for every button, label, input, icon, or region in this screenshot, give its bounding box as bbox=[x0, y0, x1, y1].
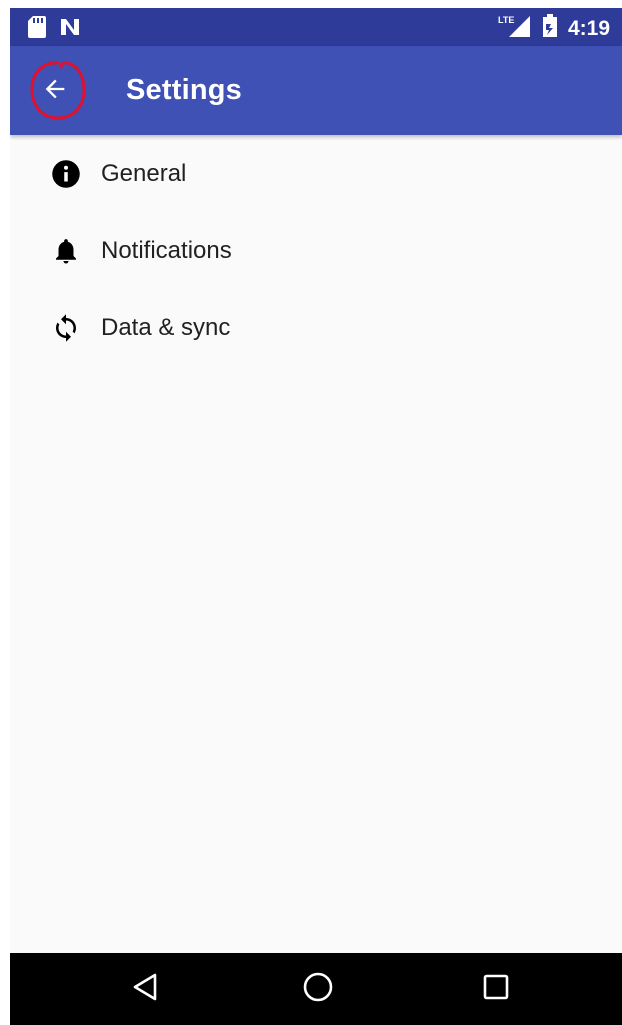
sd-card-icon bbox=[28, 16, 46, 43]
system-nav-bar bbox=[10, 953, 622, 1025]
bell-icon bbox=[50, 235, 82, 267]
arrow-back-icon bbox=[41, 75, 69, 108]
back-triangle-icon bbox=[131, 972, 161, 1007]
notification-n-icon bbox=[60, 17, 80, 42]
settings-item-label: General bbox=[101, 159, 187, 187]
svg-text:LTE: LTE bbox=[498, 15, 514, 25]
status-right-icons: LTE 4:19 bbox=[498, 14, 610, 43]
status-left-icons bbox=[28, 16, 80, 43]
settings-item-label: Data & sync bbox=[101, 313, 231, 341]
app-screen: LTE 4:19 Settings General Notifications … bbox=[10, 8, 622, 1025]
settings-item-data-sync[interactable]: Data & sync bbox=[10, 289, 622, 366]
recents-square-icon bbox=[482, 973, 510, 1006]
battery-icon bbox=[542, 14, 558, 43]
status-bar: LTE 4:19 bbox=[10, 8, 622, 46]
back-button[interactable] bbox=[26, 62, 84, 120]
nav-back-button[interactable] bbox=[126, 969, 166, 1009]
app-bar: Settings bbox=[10, 46, 622, 135]
status-time: 4:19 bbox=[567, 16, 610, 40]
nav-home-button[interactable] bbox=[298, 969, 338, 1009]
lte-signal-icon: LTE bbox=[498, 14, 532, 43]
settings-list: General Notifications Data & sync bbox=[10, 135, 622, 366]
sync-icon bbox=[50, 312, 82, 344]
nav-recents-button[interactable] bbox=[476, 969, 516, 1009]
settings-item-label: Notifications bbox=[101, 236, 232, 264]
page-title: Settings bbox=[126, 74, 242, 106]
settings-item-notifications[interactable]: Notifications bbox=[10, 212, 622, 289]
home-circle-icon bbox=[302, 971, 334, 1008]
settings-item-general[interactable]: General bbox=[10, 135, 622, 212]
info-icon bbox=[50, 158, 82, 190]
